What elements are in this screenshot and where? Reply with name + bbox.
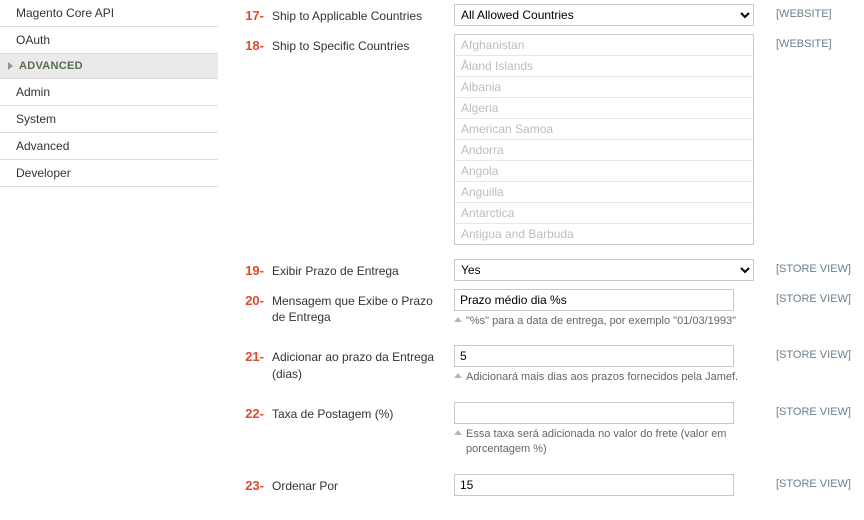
scope-label: [WEBSITE]: [754, 4, 864, 20]
country-option[interactable]: Algeria: [455, 98, 753, 119]
marker: 18-: [218, 34, 264, 53]
country-option[interactable]: Antarctica: [455, 203, 753, 224]
sidebar-item[interactable]: System: [0, 106, 218, 133]
scope-label: [STORE VIEW]: [754, 289, 864, 305]
scope-label: [STORE VIEW]: [754, 259, 864, 275]
ship-specific-multiselect[interactable]: AfghanistanÅland IslandsAlbaniaAlgeriaAm…: [454, 34, 754, 245]
adicionar-dias-input[interactable]: [454, 345, 734, 367]
field-label: Mensagem que Exibe o Prazo de Entrega: [264, 289, 454, 325]
country-option[interactable]: Åland Islands: [455, 56, 753, 77]
sidebar: Magento Core APIOAuth ADVANCED AdminSyst…: [0, 0, 218, 520]
field-note: Adicionará mais dias aos prazos fornecid…: [454, 370, 744, 385]
triangle-up-icon: [454, 430, 462, 435]
sidebar-item[interactable]: Developer: [0, 160, 218, 187]
config-form: 17- Ship to Applicable Countries All All…: [218, 0, 864, 520]
ship-applicable-select[interactable]: All Allowed Countries: [454, 4, 754, 26]
triangle-up-icon: [454, 373, 462, 378]
field-label: Ordenar Por: [264, 474, 454, 494]
row-adicionar-dias: 21- Adicionar ao prazo da Entrega (dias)…: [218, 341, 864, 397]
field-label: Taxa de Postagem (%): [264, 402, 454, 422]
sidebar-item[interactable]: Advanced: [0, 133, 218, 160]
row-exibir-prazo: 19- Exibir Prazo de Entrega Yes [STORE V…: [218, 255, 864, 285]
country-option[interactable]: Antigua and Barbuda: [455, 224, 753, 244]
sidebar-section-advanced[interactable]: ADVANCED: [0, 54, 218, 79]
scope-label: [STORE VIEW]: [754, 345, 864, 361]
row-taxa-postagem: 22- Taxa de Postagem (%) Essa taxa será …: [218, 398, 864, 470]
mensagem-prazo-input[interactable]: [454, 289, 734, 311]
country-option[interactable]: Andorra: [455, 140, 753, 161]
marker: 21-: [218, 345, 264, 364]
marker: 22-: [218, 402, 264, 421]
sidebar-section-label: ADVANCED: [19, 60, 83, 72]
field-label: Ship to Applicable Countries: [264, 4, 454, 24]
triangle-up-icon: [454, 317, 462, 322]
taxa-postagem-input[interactable]: [454, 402, 734, 424]
field-label: Adicionar ao prazo da Entrega (dias): [264, 345, 454, 381]
exibir-prazo-select[interactable]: Yes: [454, 259, 754, 281]
country-option[interactable]: American Samoa: [455, 119, 753, 140]
country-option[interactable]: Anguilla: [455, 182, 753, 203]
scope-label: [STORE VIEW]: [754, 474, 864, 490]
country-option[interactable]: Angola: [455, 161, 753, 182]
scope-label: [WEBSITE]: [754, 34, 864, 50]
sidebar-item[interactable]: OAuth: [0, 27, 218, 54]
row-ship-specific: 18- Ship to Specific Countries Afghanist…: [218, 30, 864, 249]
field-label: Exibir Prazo de Entrega: [264, 259, 454, 279]
marker: 17-: [218, 4, 264, 23]
country-option[interactable]: Afghanistan: [455, 35, 753, 56]
marker: 19-: [218, 259, 264, 278]
chevron-right-icon: [8, 62, 13, 70]
marker: 20-: [218, 289, 264, 308]
row-ship-applicable: 17- Ship to Applicable Countries All All…: [218, 0, 864, 30]
sidebar-item[interactable]: Magento Core API: [0, 0, 218, 27]
field-note: "%s" para a data de entrega, por exemplo…: [454, 314, 744, 329]
row-ordenar-por: 23- Ordenar Por [STORE VIEW]: [218, 470, 864, 500]
scope-label: [STORE VIEW]: [754, 402, 864, 418]
field-note: Essa taxa será adicionada no valor do fr…: [454, 427, 744, 458]
row-mensagem-prazo: 20- Mensagem que Exibe o Prazo de Entreg…: [218, 285, 864, 341]
ordenar-por-input[interactable]: [454, 474, 734, 496]
sidebar-item[interactable]: Admin: [0, 79, 218, 106]
marker: 23-: [218, 474, 264, 493]
country-option[interactable]: Albania: [455, 77, 753, 98]
field-label: Ship to Specific Countries: [264, 34, 454, 54]
